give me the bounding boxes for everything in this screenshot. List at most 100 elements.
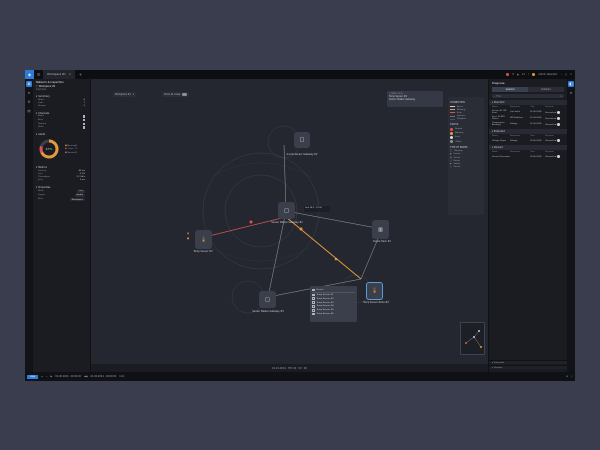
expand-icon[interactable]: ⤢ — [571, 375, 573, 378]
tab-general[interactable]: General — [492, 87, 528, 92]
layers-icon[interactable]: ≡ — [26, 90, 32, 96]
list-item: ● Normal 3 — [65, 151, 77, 154]
menu-icon[interactable]: ☰ — [34, 70, 43, 79]
warning-badge-icon: ● — [187, 237, 190, 240]
checkbox[interactable] — [312, 288, 315, 292]
status-text: 01.01.2024 · HH: 00 : 52 : 00 — [272, 366, 307, 370]
edge-marker[interactable] — [299, 227, 303, 231]
zoom-level[interactable]: 1.0x — [119, 375, 124, 378]
app-logo-icon[interactable]: ◈ — [25, 70, 34, 79]
footer-section-extended[interactable]: ▸ Extended — [489, 360, 567, 364]
user-name[interactable]: Admin Operator — [538, 73, 557, 76]
node-gateway-2[interactable]: □ — [294, 132, 310, 148]
chevron-down-icon: ▾ — [36, 133, 38, 137]
search-input[interactable]: ⌕ Find × — [492, 94, 564, 98]
device-popup: Device Temp Sensor #1 Temp Sensor #2 Tem… — [310, 286, 357, 322]
close-icon[interactable]: × — [560, 95, 562, 98]
node-label: Sensor Master Gateway #3 — [252, 310, 284, 313]
edge-marker[interactable] — [334, 257, 338, 261]
node-temp-sensor-3[interactable]: 🌡 — [195, 230, 212, 249]
skip-back-icon[interactable]: ◀◀ — [84, 375, 88, 378]
search-icon[interactable]: ⌕ — [46, 375, 47, 378]
checkbox[interactable] — [82, 118, 85, 122]
play-icon[interactable]: ▶ — [51, 375, 53, 378]
chart-icon[interactable]: ▤ — [26, 108, 32, 114]
node-master-gateway-1[interactable]: □ — [278, 202, 295, 219]
checkbox[interactable] — [312, 309, 315, 312]
tab-bar: General Detailed — [492, 87, 564, 92]
checkbox[interactable] — [312, 305, 315, 308]
section-label: Alerts — [38, 133, 46, 137]
left-panel: Network & Inspection ⚲ Workspace #1 Over… — [33, 79, 91, 372]
table-row[interactable]: Temperature Anomaly Voltage 02.06.2024 Unre… — [489, 121, 567, 127]
status-icon — [556, 122, 560, 126]
checkbox[interactable] — [312, 301, 315, 304]
checkbox[interactable] — [312, 312, 315, 316]
error-badge-icon: ● — [187, 232, 190, 235]
node-label: Sensor Master Gateway #1 — [271, 221, 303, 224]
checkbox[interactable] — [312, 297, 315, 300]
donut-chart: 67% — [39, 139, 59, 159]
legend-connection-title: CONNECTION — [450, 101, 465, 104]
server-icon: ▥ — [378, 226, 383, 233]
mode-value[interactable]: Live — [76, 189, 85, 193]
avatar[interactable] — [532, 73, 536, 76]
section-label: Metrics — [38, 166, 47, 170]
folder-icon[interactable]: ▭ — [41, 375, 43, 378]
diagnose-icon[interactable]: ◧ — [568, 81, 574, 87]
checkbox[interactable] — [82, 126, 85, 129]
node-server-rack-1[interactable]: ▥ — [372, 220, 389, 239]
filter-value[interactable]: Workspace — [69, 198, 85, 202]
node-master-gateway-3[interactable]: □ — [259, 291, 276, 308]
bell-icon[interactable]: ♪ — [528, 73, 530, 76]
list-item[interactable]: Delta — [36, 126, 87, 130]
server-icon: ▥ — [450, 156, 452, 159]
gear-icon[interactable]: ⚙ — [26, 99, 32, 105]
table-row[interactable]: Voltage Drops Voltage 03.06.2024 Unresolved — [489, 138, 567, 143]
warnings-count[interactable]: 11 — [522, 73, 525, 76]
minimap-graph — [465, 330, 482, 348]
tab-detailed[interactable]: Detailed — [528, 87, 564, 92]
topbar-status: 0 ▲ 11 ♪ Admin Operator – □ × — [506, 73, 575, 76]
thermometer-icon: 🌡 — [200, 236, 207, 243]
footer-section-deviant[interactable]: ▸ Deviant — [489, 365, 567, 369]
checkbox[interactable] — [312, 293, 315, 297]
box-icon: □ — [299, 137, 305, 143]
close-window-button[interactable]: × — [570, 73, 572, 76]
network-icon[interactable]: ⌘ — [26, 81, 32, 87]
right-rail: ◧ ≡ — [567, 79, 575, 372]
minimize-button[interactable]: – — [561, 73, 562, 76]
list-item[interactable]: Temp Sensor #6 — [312, 312, 355, 316]
left-rail: ⌘ ≡ ⚙ ▤ — [25, 79, 33, 372]
section-label: Summary — [38, 95, 50, 98]
minimap[interactable] — [460, 322, 485, 355]
node-temp-sensor-4[interactable]: 🌡 — [366, 282, 383, 300]
box-icon: □ — [284, 207, 289, 214]
time-end[interactable]: 01.06.2024 · 00:00:00 — [91, 375, 117, 378]
legend-types-title: TYPE OF NODES — [450, 145, 468, 149]
list-icon[interactable]: ≡ — [568, 90, 574, 96]
status-icon — [556, 110, 560, 114]
logs-button[interactable]: Logs — [27, 374, 39, 379]
checkbox[interactable] — [82, 122, 85, 126]
connection-tooltip: CONNECTION Temp Sensor #4 Sensor Master … — [387, 91, 443, 107]
node-label: Temp Sensor Node #4 — [363, 301, 389, 304]
box-icon: □ — [265, 296, 270, 303]
tab-workspace[interactable]: Workspace #1 × — [43, 70, 77, 79]
time-start[interactable]: 01.06.2024 · 00:00:00 — [55, 375, 81, 378]
legend-status-title: STATUS — [450, 122, 459, 126]
checkbox[interactable] — [82, 115, 85, 118]
alerts-count[interactable]: 0 — [512, 73, 514, 76]
edge-marker[interactable] — [249, 220, 253, 224]
network-canvas[interactable]: Workspace #1 ▾ Show all nodes □ Anode Se… — [91, 79, 488, 364]
close-icon[interactable]: × — [69, 73, 71, 76]
gear-icon[interactable]: ⚙ — [566, 375, 568, 378]
chevron-down-icon: ▾ — [36, 95, 38, 98]
table-row[interactable]: Sensor Derivation 03.06.2024 Unresolved — [489, 154, 567, 159]
warning-icon: ▲ — [517, 73, 519, 76]
maximize-button[interactable]: □ — [565, 73, 567, 76]
device-icon: ○ — [450, 166, 452, 169]
add-tab-button[interactable]: + — [76, 70, 85, 79]
layout-value[interactable]: Radial — [74, 193, 85, 197]
list-item: Filter Workspace — [38, 198, 85, 202]
